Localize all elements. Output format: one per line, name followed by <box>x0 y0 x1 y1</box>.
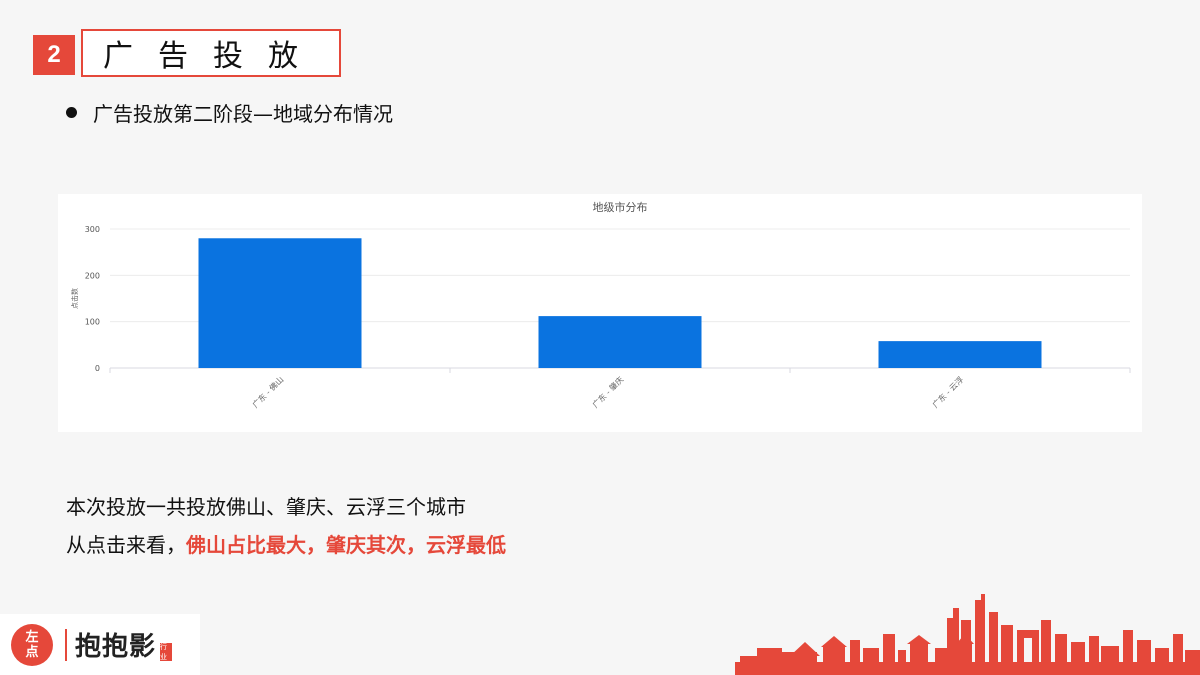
logo-circle-top: 左 <box>25 629 39 645</box>
bullet-text: 广告投放第二阶段—地域分布情况 <box>93 102 393 126</box>
summary-line-2: 从点击来看，佛山占比最大，肇庆其次，云浮最低 <box>66 526 506 564</box>
x-tick-label: 广东 - 云浮 <box>930 374 965 409</box>
y-axis-label: 点击数 <box>70 288 79 309</box>
y-tick-label: 300 <box>85 225 100 234</box>
section-title-box: 广告投放 <box>81 29 341 77</box>
section-number-badge: 2 <box>33 35 75 75</box>
brand-logo: 左 点 抱抱影 行业 <box>0 614 200 675</box>
summary-line-2-prefix: 从点击来看， <box>66 533 186 557</box>
bullet-point: 广告投放第二阶段—地域分布情况 <box>66 98 393 127</box>
logo-divider <box>65 628 67 661</box>
bar <box>198 238 362 368</box>
y-tick-label: 100 <box>85 318 100 327</box>
logo-tag: 行业 <box>160 642 173 661</box>
x-tick-label: 广东 - 肇庆 <box>590 374 625 409</box>
bullet-dot-icon <box>66 107 77 118</box>
bar <box>538 316 702 368</box>
chart-card: 地级市分布点击数 0 100 200 300 广东 - 佛山 广东 - 肇庆 广东 - 云浮 <box>58 194 1142 432</box>
bar <box>878 341 1042 368</box>
city-skyline-icon <box>735 594 1200 675</box>
chart-title: 地级市分布 <box>593 200 648 214</box>
summary-text: 本次投放一共投放佛山、肇庆、云浮三个城市 从点击来看，佛山占比最大，肇庆其次，云… <box>66 488 506 564</box>
logo-brand-name: 抱抱影 <box>75 632 157 662</box>
summary-line-1: 本次投放一共投放佛山、肇庆、云浮三个城市 <box>66 495 466 519</box>
logo-circle-bottom: 点 <box>25 644 39 660</box>
x-tick-label: 广东 - 佛山 <box>250 374 285 409</box>
y-tick-label: 200 <box>85 271 100 280</box>
summary-highlight: 佛山占比最大，肇庆其次，云浮最低 <box>186 533 506 557</box>
section-title: 广告投放 <box>103 39 323 74</box>
y-tick-label: 0 <box>95 364 100 373</box>
bar-chart: 地级市分布点击数 0 100 200 300 广东 - 佛山 广东 - 肇庆 广东 - 云浮 <box>70 200 1131 410</box>
logo-circle-icon: 左 点 <box>11 623 53 666</box>
